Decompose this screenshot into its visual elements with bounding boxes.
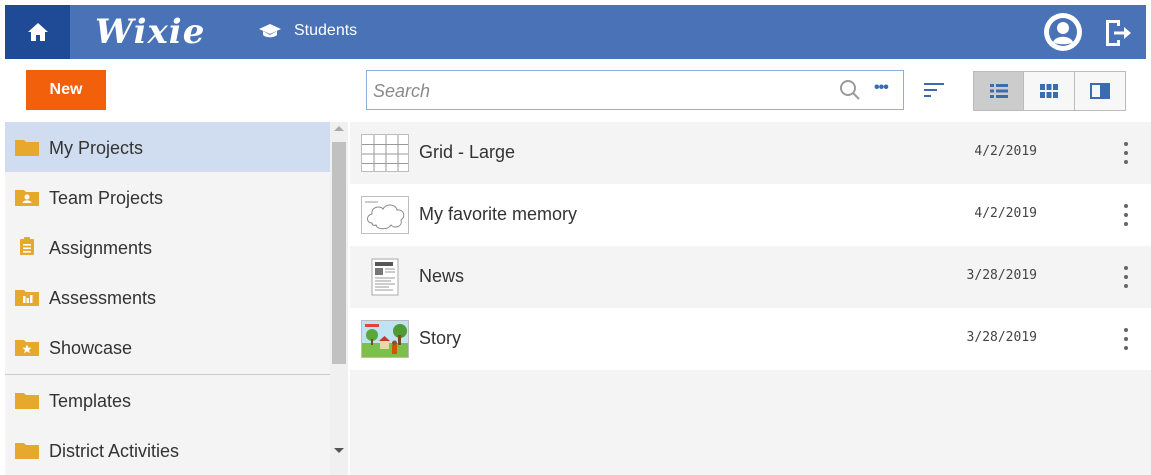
sidebar-item-assignments[interactable]: Assignments: [5, 222, 330, 272]
breadcrumb-students[interactable]: Students: [258, 22, 357, 40]
list-view-button[interactable]: [973, 71, 1024, 111]
sidebar-scrollbar[interactable]: [330, 122, 348, 475]
more-options-icon[interactable]: [1118, 266, 1134, 288]
folder-icon: [15, 443, 39, 459]
folder-icon: [15, 393, 39, 409]
sidebar-item-label: Assessments: [49, 288, 157, 308]
project-date: 3/28/2019: [966, 268, 1037, 283]
sidebar: My Projects Team Projects Assignments As…: [5, 122, 330, 475]
project-date: 4/2/2019: [974, 206, 1037, 221]
graduation-cap-icon: [259, 24, 281, 38]
sort-icon[interactable]: [922, 79, 948, 101]
list-item[interactable]: News 3/28/2019: [350, 246, 1151, 308]
project-title[interactable]: My favorite memory: [419, 204, 577, 225]
project-list: Grid - Large 4/2/2019 My favorite memory…: [350, 122, 1151, 475]
team-folder-icon: [15, 190, 39, 206]
assessment-folder-icon: [15, 290, 39, 306]
wixie-logo[interactable]: Wixie: [95, 12, 205, 52]
sidebar-item-label: Templates: [49, 391, 132, 411]
scroll-up-arrow-icon[interactable]: [334, 126, 344, 131]
star-folder-icon: [15, 340, 39, 356]
more-options-icon[interactable]: [1118, 204, 1134, 226]
home-button[interactable]: [5, 5, 70, 59]
cloud-thumbnail: [361, 196, 409, 234]
sidebar-item-my-projects[interactable]: My Projects: [5, 122, 330, 172]
story-scene-thumbnail: [361, 320, 409, 358]
search-icon[interactable]: [838, 78, 862, 102]
top-bar: Wixie Students: [5, 5, 1146, 59]
search-box: [366, 70, 904, 110]
project-title[interactable]: News: [419, 266, 464, 287]
grid-view-icon: [1040, 84, 1058, 98]
more-options-icon[interactable]: [1118, 328, 1134, 350]
list-item[interactable]: Story 3/28/2019: [350, 308, 1151, 370]
sidebar-item-label: Team Projects: [49, 188, 164, 208]
project-title[interactable]: Grid - Large: [419, 142, 515, 163]
list-item[interactable]: Grid - Large 4/2/2019: [350, 122, 1151, 184]
more-options-icon[interactable]: [1118, 142, 1134, 164]
sidebar-item-label: My Projects: [49, 138, 144, 158]
scroll-down-arrow-icon[interactable]: [334, 448, 344, 453]
sidebar-item-team-projects[interactable]: Team Projects: [5, 172, 330, 222]
clipboard-icon: [20, 237, 34, 255]
list-view-icon: [989, 84, 1008, 98]
project-date: 4/2/2019: [974, 144, 1037, 159]
breadcrumb-label: Students: [294, 22, 358, 39]
preview-pane-button[interactable]: [1075, 71, 1126, 111]
sidebar-item-showcase[interactable]: Showcase: [5, 322, 330, 372]
sidebar-item-label: Assignments: [49, 238, 153, 258]
home-icon: [27, 23, 48, 41]
sidebar-item-label: District Activities: [49, 441, 180, 461]
grid-view-button[interactable]: [1024, 71, 1075, 111]
new-button[interactable]: New: [26, 70, 106, 110]
newspaper-thumbnail: [361, 258, 409, 296]
search-input[interactable]: [373, 79, 813, 103]
sidebar-item-assessments[interactable]: Assessments: [5, 272, 330, 322]
view-toggle-group: [973, 71, 1127, 111]
grid-thumbnail: [361, 134, 409, 172]
folder-icon: [15, 140, 39, 156]
project-date: 3/28/2019: [966, 330, 1037, 345]
list-item[interactable]: My favorite memory 4/2/2019: [350, 184, 1151, 246]
scrollbar-thumb[interactable]: [332, 142, 346, 364]
account-circle-icon[interactable]: [1042, 11, 1084, 53]
project-title[interactable]: Story: [419, 328, 461, 349]
preview-pane-icon: [1090, 83, 1110, 99]
search-options-button[interactable]: •••: [874, 79, 889, 97]
logout-icon[interactable]: [1102, 18, 1132, 48]
sidebar-item-label: Showcase: [49, 338, 133, 358]
sidebar-item-district-activities[interactable]: District Activities: [5, 425, 330, 475]
sidebar-item-templates[interactable]: Templates: [5, 375, 330, 425]
